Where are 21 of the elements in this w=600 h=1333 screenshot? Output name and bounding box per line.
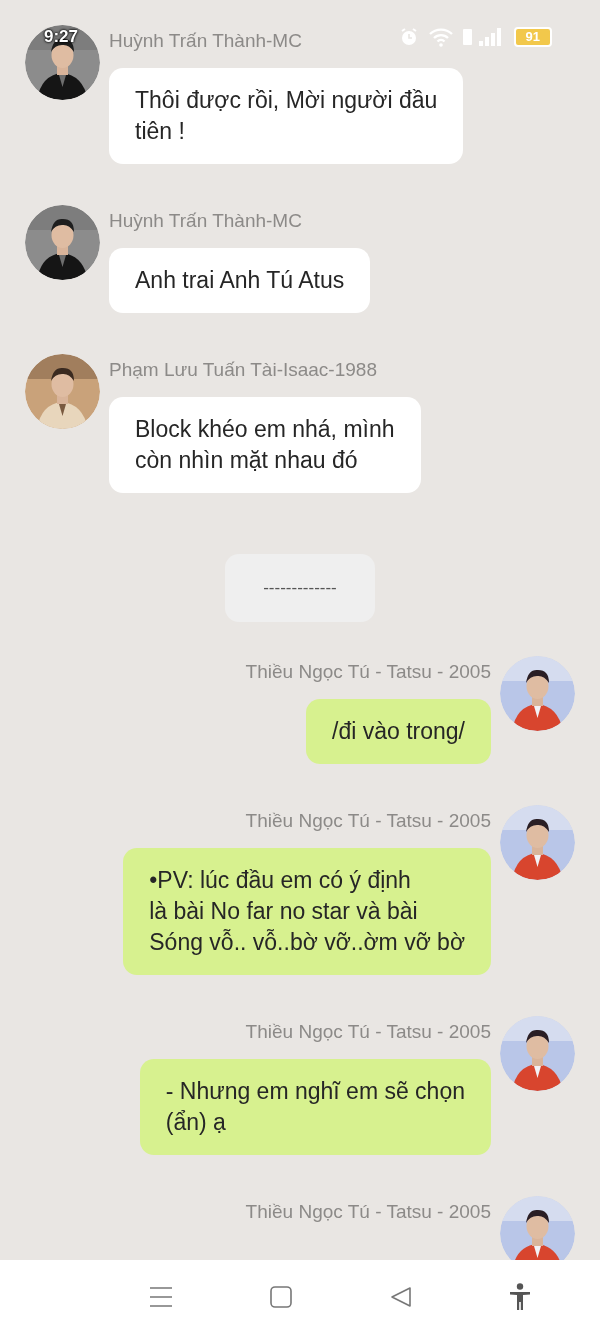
separator-bubble: ------------- xyxy=(225,554,375,622)
message-bubble: - Nhưng em nghĩ em sẽ chọn (ẩn) ạ xyxy=(139,1059,491,1155)
message-bubble: Thôi được rồi, Mời người đầu tiên ! xyxy=(109,68,464,164)
sender-name: Thiều Ngọc Tú - Tatsu - 2005 xyxy=(245,1020,491,1044)
battery-indicator: 91 xyxy=(513,27,552,47)
message-bubble: •PV: lúc đầu em có ý định là bài No far no star và bài Sóng vỗ.. vỗ..bờ vỡ..ờm vỡ bờ xyxy=(123,848,491,975)
sender-name: Thiều Ngọc Tú - Tatsu - 2005 xyxy=(245,809,491,833)
home-icon[interactable] xyxy=(270,1285,293,1308)
sender-name: Thiều Ngọc Tú - Tatsu - 2005 xyxy=(245,1200,491,1224)
sender-name: Thiều Ngọc Tú - Tatsu - 2005 xyxy=(245,660,491,684)
sender-name: Huỳnh Trấn Thành-MC xyxy=(109,29,302,53)
message-bubble: Block khéo em nhá, mình còn nhìn mặt nhau đó xyxy=(109,397,421,493)
back-icon[interactable] xyxy=(389,1285,412,1308)
accessibility-icon[interactable] xyxy=(509,1282,532,1311)
wifi-icon xyxy=(427,27,454,47)
sender-name: Huỳnh Trấn Thành-MC xyxy=(109,209,302,233)
status-time: 9:27 xyxy=(44,27,79,47)
message-bubble: Anh trai Anh Tú Atus xyxy=(109,248,371,313)
message-bubble: /đi vào trong/ xyxy=(306,699,491,764)
sender-name: Phạm Lưu Tuấn Tài-Isaac-1988 xyxy=(109,358,377,382)
menu-icon[interactable] xyxy=(148,1285,173,1308)
